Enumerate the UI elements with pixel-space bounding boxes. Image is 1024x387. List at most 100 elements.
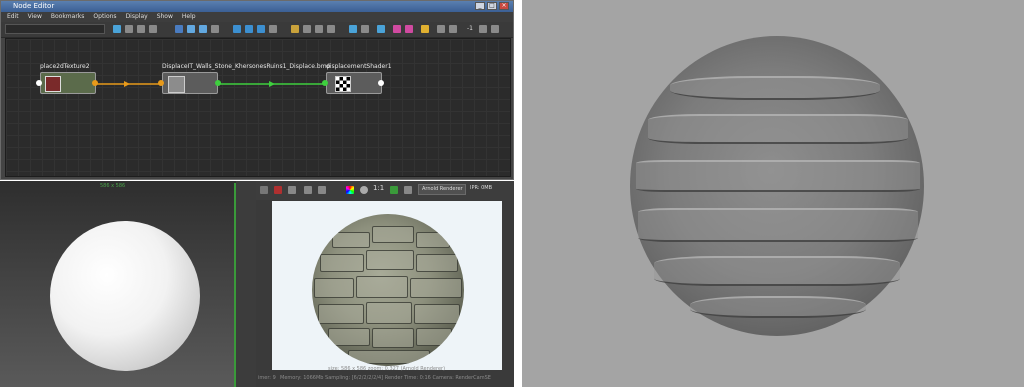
image-divider xyxy=(514,0,522,387)
node-editor-toolbar: -1 xyxy=(1,22,513,38)
menu-item-display[interactable]: Display xyxy=(126,12,148,22)
node-label-file: DisplaceIT_Walls_Stone_KhersonesRuins1_D… xyxy=(162,63,331,70)
menu-item-bookmarks[interactable]: Bookmarks xyxy=(51,12,85,22)
layout-icon[interactable] xyxy=(211,25,219,33)
node-graph[interactable]: place2dTexture2 DisplaceIT_Walls_Stone_K… xyxy=(5,38,511,177)
preview-sphere xyxy=(50,221,200,371)
rendered-stone-sphere xyxy=(312,214,464,366)
swatch-icon[interactable] xyxy=(349,25,357,33)
menu-item-help[interactable]: Help xyxy=(182,12,196,22)
shader-icon[interactable] xyxy=(405,25,413,33)
refresh-icon[interactable] xyxy=(304,186,312,194)
frame-icon[interactable] xyxy=(315,25,323,33)
node-file-texture[interactable] xyxy=(162,72,218,94)
rock-slab xyxy=(638,208,918,242)
bookmark-icon[interactable] xyxy=(377,25,385,33)
rock-slab xyxy=(636,160,920,192)
material-icon[interactable] xyxy=(393,25,401,33)
rock-slab xyxy=(654,256,900,286)
arrow-icon xyxy=(124,81,130,87)
rock-slab xyxy=(648,114,908,144)
render-icon[interactable] xyxy=(260,186,268,194)
output-connections-icon[interactable] xyxy=(187,25,195,33)
both-connections-icon[interactable] xyxy=(199,25,207,33)
clear-graph-icon[interactable] xyxy=(149,25,157,33)
menu-item-edit[interactable]: Edit xyxy=(7,12,19,22)
snapshot-icon[interactable] xyxy=(288,186,296,194)
menu-item-show[interactable]: Show xyxy=(157,12,173,22)
attributes-icon[interactable] xyxy=(361,25,369,33)
lock-icon[interactable] xyxy=(437,25,445,33)
grid-icon[interactable] xyxy=(291,25,299,33)
stone-brick xyxy=(318,304,364,324)
input-port[interactable] xyxy=(36,80,42,86)
output-port[interactable] xyxy=(215,80,221,86)
menu-item-options[interactable]: Options xyxy=(93,12,116,22)
render-stats-info: Memory: 1066Mb Sampling: [6/2/2/2/2/4] R… xyxy=(280,375,491,381)
close-icon[interactable]: × xyxy=(499,2,509,10)
connected-mode-icon[interactable] xyxy=(245,25,253,33)
renderer-dropdown[interactable]: Arnold Renderer xyxy=(418,184,466,195)
alpha-icon[interactable] xyxy=(360,186,368,194)
more-icon[interactable] xyxy=(479,25,487,33)
minimize-icon[interactable]: _ xyxy=(475,2,485,10)
rock-slab xyxy=(670,76,880,100)
stone-brick xyxy=(416,254,458,272)
arrow-icon xyxy=(269,81,275,87)
node-label-displacement: displacementShader1 xyxy=(326,63,392,70)
stone-brick xyxy=(410,278,462,298)
maximize-icon[interactable]: □ xyxy=(487,2,497,10)
remove-image-icon[interactable] xyxy=(404,186,412,194)
add-node-icon[interactable] xyxy=(125,25,133,33)
menu-item-view[interactable]: View xyxy=(28,12,42,22)
input-port[interactable] xyxy=(322,80,328,86)
frame-selected-icon[interactable] xyxy=(327,25,335,33)
output-port[interactable] xyxy=(92,80,98,86)
status-side-text: imer: 9 xyxy=(258,375,276,381)
stone-brick xyxy=(414,304,460,324)
node-displacement-shader[interactable] xyxy=(326,72,382,94)
input-port[interactable] xyxy=(158,80,164,86)
ipr-stop-icon[interactable] xyxy=(274,186,282,194)
zoom-ratio[interactable]: 1:1 xyxy=(373,184,384,192)
displaced-rock-sphere xyxy=(630,36,924,336)
stone-brick xyxy=(372,226,414,243)
window-title: Node Editor xyxy=(13,2,55,10)
stone-brick xyxy=(416,232,450,248)
stone-brick xyxy=(328,328,370,346)
color-channels-icon[interactable] xyxy=(346,186,354,194)
file-thumbnail-icon xyxy=(168,76,185,93)
keep-image-icon[interactable] xyxy=(390,186,398,194)
snap-icon[interactable] xyxy=(303,25,311,33)
stone-brick xyxy=(356,276,408,298)
title-bar: Node Editor _ □ × xyxy=(1,1,513,12)
render-status-bar: imer: 9 size: 586 x 586 zoom: 0.327 (Arn… xyxy=(256,366,514,387)
pin-icon[interactable] xyxy=(449,25,457,33)
hypershade-icon[interactable] xyxy=(421,25,429,33)
remove-node-icon[interactable] xyxy=(137,25,145,33)
input-connections-icon[interactable] xyxy=(175,25,183,33)
output-port[interactable] xyxy=(378,80,384,86)
viewport-side-strip xyxy=(236,181,256,387)
simple-mode-icon[interactable] xyxy=(233,25,241,33)
render-size-info: size: 586 x 586 zoom: 0.327 (Arnold Rend… xyxy=(328,366,446,372)
region-icon[interactable] xyxy=(318,186,326,194)
stone-brick xyxy=(348,350,430,364)
stone-brick xyxy=(366,250,414,270)
rock-slab xyxy=(690,296,866,318)
search-input[interactable] xyxy=(5,24,105,34)
checker-icon xyxy=(335,76,351,92)
full-mode-icon[interactable] xyxy=(257,25,265,33)
connection-lines xyxy=(64,81,327,87)
graph-icon[interactable] xyxy=(113,25,121,33)
node-place2dtexture[interactable] xyxy=(40,72,96,94)
custom-mode-icon[interactable] xyxy=(269,25,277,33)
toolbar-value[interactable]: -1 xyxy=(467,25,473,32)
options-icon[interactable] xyxy=(491,25,499,33)
stone-brick xyxy=(416,328,452,346)
stone-brick xyxy=(320,254,364,272)
node-label-place2dtexture: place2dTexture2 xyxy=(40,63,90,70)
viewport-resolution-label: 586 x 586 xyxy=(100,183,126,189)
stone-brick xyxy=(366,302,412,324)
stone-brick xyxy=(332,232,370,248)
